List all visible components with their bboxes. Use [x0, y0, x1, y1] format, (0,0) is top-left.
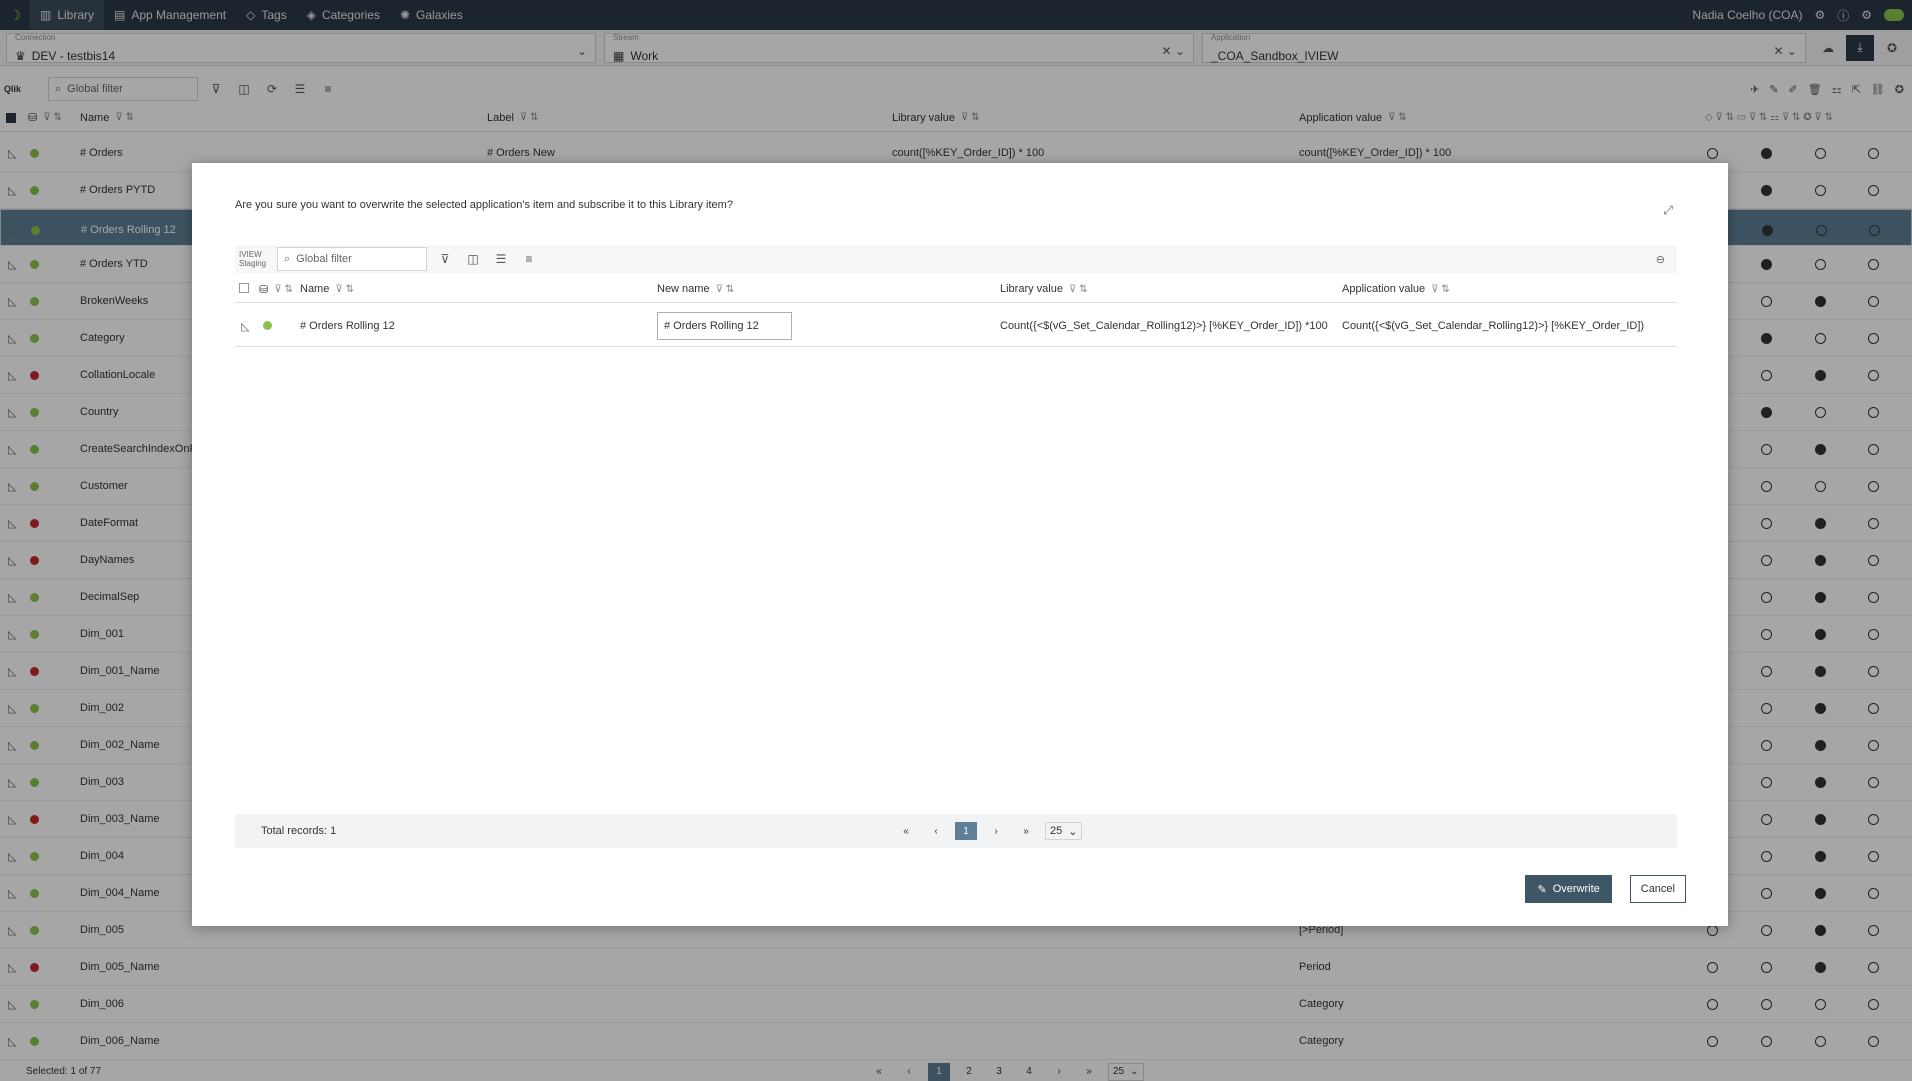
- pencil-icon: ✎: [1537, 883, 1547, 896]
- dialog-table-row[interactable]: ◺ # Orders Rolling 12 Count({<$(vG_Set_C…: [235, 305, 1677, 347]
- dialog-pager: « ‹ 1 › » 25 ⌄: [895, 822, 1083, 840]
- overwrite-button[interactable]: ✎ Overwrite: [1525, 875, 1612, 903]
- dialog-col-name-label: Name: [300, 283, 330, 295]
- expand-icon[interactable]: ⤢: [1663, 203, 1673, 218]
- sort-icon[interactable]: ☰: [491, 252, 511, 266]
- dialog-select-all[interactable]: [239, 283, 249, 293]
- overwrite-label: Overwrite: [1552, 883, 1600, 895]
- density-icon[interactable]: ≡: [519, 252, 539, 266]
- dialog-col-library-value[interactable]: Library value ⊽ ⇅: [1000, 283, 1087, 295]
- dialog-page-size-value: 25: [1050, 825, 1063, 837]
- first-page-icon[interactable]: «: [895, 822, 917, 840]
- dialog-row-library-value: Count({<$(vG_Set_Calendar_Rolling12)>} […: [1000, 320, 1328, 332]
- measure-icon: ◺: [241, 321, 250, 333]
- search-icon: ⌕: [284, 252, 291, 265]
- dialog-col-library-value-label: Library value: [1000, 283, 1063, 295]
- columns-icon[interactable]: ◫: [463, 252, 483, 266]
- dialog-filter-placeholder: Global filter: [296, 253, 352, 265]
- collapse-icon[interactable]: ⊖: [1656, 253, 1677, 266]
- dialog-page-1[interactable]: 1: [955, 822, 977, 840]
- staging-logo: IVIEW Staging: [239, 250, 267, 268]
- new-name-input[interactable]: [657, 312, 792, 340]
- dialog-table-footer: Total records: 1 « ‹ 1 › » 25 ⌄: [235, 814, 1677, 848]
- dialog-toolbar: IVIEW Staging ⌕ Global filter ⊽ ◫ ☰ ≡ ⊖: [235, 245, 1677, 273]
- dialog-table-header: ⛁ ⊽ ⇅ Name ⊽ ⇅ New name ⊽ ⇅ Library value ⊽…: [235, 275, 1677, 303]
- cancel-button[interactable]: Cancel: [1629, 875, 1686, 903]
- clear-filter-icon[interactable]: ⊽: [435, 252, 455, 266]
- status-dot: [263, 321, 272, 330]
- dialog-row-name: # Orders Rolling 12: [300, 320, 395, 332]
- dialog-page-size-select[interactable]: 25 ⌄: [1045, 822, 1083, 840]
- next-page-icon[interactable]: ›: [985, 822, 1007, 840]
- dialog-row-application-value: Count({<$(vG_Set_Calendar_Rolling12)>} […: [1342, 320, 1645, 332]
- dialog-col-name[interactable]: Name ⊽ ⇅: [300, 283, 354, 295]
- dialog-col-application-value-label: Application value: [1342, 283, 1426, 295]
- dialog-col-new-name-label: New name: [657, 283, 710, 295]
- dialog-global-filter[interactable]: ⌕ Global filter: [277, 247, 427, 271]
- dialog-question: Are you sure you want to overwrite the s…: [235, 199, 733, 211]
- prev-page-icon[interactable]: ‹: [925, 822, 947, 840]
- type-filter-icon[interactable]: ⛁ ⊽ ⇅: [259, 283, 293, 296]
- overwrite-dialog: Are you sure you want to overwrite the s…: [192, 163, 1728, 926]
- dialog-col-new-name[interactable]: New name ⊽ ⇅: [657, 283, 734, 295]
- total-records: Total records: 1: [261, 825, 337, 837]
- dialog-buttons: ✎ Overwrite Cancel: [1525, 875, 1686, 903]
- dialog-col-application-value[interactable]: Application value ⊽ ⇅: [1342, 283, 1450, 295]
- last-page-icon[interactable]: »: [1015, 822, 1037, 840]
